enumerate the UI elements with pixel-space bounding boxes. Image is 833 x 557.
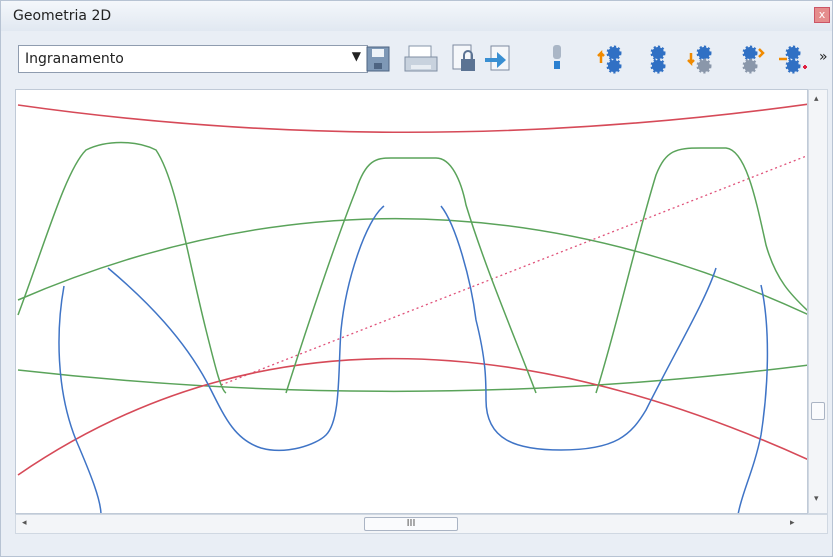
pinion-tooth-left-1 [58,285,102,513]
horizontal-scrollbar[interactable]: ◂ III ▸ [15,514,828,534]
import-button[interactable] [483,43,513,75]
probe-icon [553,45,561,69]
print-icon [404,45,438,72]
pitch-arc-green [17,217,807,315]
geometry-2d-window: Geometria 2D x Ingranamento ▼ » ▴ ▾ ◂ II… [0,0,833,557]
gear-grey-icon [742,45,765,74]
close-button[interactable]: x [814,7,830,23]
view-select-value: Ingranamento [25,51,124,67]
gear-down-button[interactable] [685,43,715,75]
gear-tooth-right [595,147,807,394]
gear-add-button[interactable] [777,43,807,75]
gear-up-icon [597,45,622,74]
save-button[interactable] [364,43,394,75]
pinion-tooth-right-1 [440,205,717,451]
gear-mesh-drawing [17,103,807,513]
geometry-canvas[interactable] [15,89,808,514]
save-icon [366,46,390,72]
import-icon [485,45,510,71]
pinion-tooth-right-2 [737,284,769,513]
toolbar: Ingranamento ▼ » [13,39,830,85]
gear-tooth-middle [285,157,537,394]
scroll-left-arrow-icon[interactable]: ◂ [22,518,27,528]
gear-down-icon [687,45,712,74]
outer-arc-red [17,103,807,134]
title-bar: Geometria 2D x [1,1,832,31]
pinion-arc-red [17,357,807,476]
probe-button[interactable] [545,43,569,75]
window-title: Geometria 2D [13,8,112,24]
gear-add-icon [779,45,807,74]
horizontal-scroll-thumb[interactable]: III [364,517,458,531]
root-arc-green [17,364,807,393]
line-of-action [220,155,807,386]
vertical-scrollbar[interactable]: ▴ ▾ [808,89,828,514]
export-lock-button[interactable] [449,43,479,75]
view-select[interactable]: Ingranamento ▼ [18,45,368,73]
export-lock-icon [452,44,475,71]
scroll-down-arrow-icon[interactable]: ▾ [814,494,819,504]
pinion-tooth-left-2 [107,205,385,452]
chevron-down-icon[interactable]: ▼ [352,49,361,63]
print-button[interactable] [403,43,441,75]
gear-tooth-left [17,141,227,394]
scroll-right-arrow-icon[interactable]: ▸ [790,518,795,528]
gear-up-button[interactable] [595,43,625,75]
scroll-up-arrow-icon[interactable]: ▴ [814,94,819,104]
gear-set-icon [650,45,666,74]
gear-grey-button[interactable] [737,43,767,75]
vertical-scroll-thumb[interactable] [811,402,825,420]
gear-set-button[interactable] [643,43,673,75]
toolbar-overflow-button[interactable]: » [819,49,828,65]
